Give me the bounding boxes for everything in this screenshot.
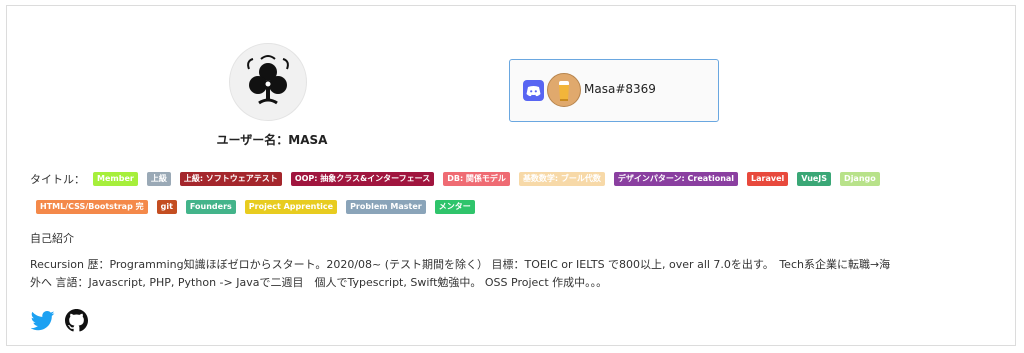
profile-card: ユーザー名：MASA Masa#8369 タイトル： Member 上級 上級:… xyxy=(6,5,1016,346)
intro-heading: 自己紹介 xyxy=(30,232,74,245)
titles-label: タイトル： xyxy=(30,173,85,186)
discord-account-box[interactable]: Masa#8369 xyxy=(509,59,719,122)
titles-row-2: HTML/CSS/Bootstrap 完 git Founders Projec… xyxy=(36,200,1016,214)
title-badge: Problem Master xyxy=(346,200,426,214)
intro-line-2: 外へ 言語：Javascript, PHP, Python -> Javaで二週… xyxy=(30,276,608,289)
title-badge: HTML/CSS/Bootstrap 完 xyxy=(36,200,148,214)
twitter-link[interactable] xyxy=(30,310,55,335)
titles-row-1: タイトル： Member 上級 上級: ソフトウェアテスト OOP: 抽象クラス… xyxy=(30,171,1010,187)
title-badge: OOP: 抽象クラス&インターフェース xyxy=(290,172,435,186)
club-emblem-icon xyxy=(247,55,289,105)
intro-text: Recursion 歴：Programming知識ほぼゼロからスタート。2020… xyxy=(30,256,1005,292)
intro-line-1: Recursion 歴：Programming知識ほぼゼロからスタート。2020… xyxy=(30,258,891,271)
title-badge: 基数数学: ブール代数 xyxy=(518,172,605,186)
title-badge: Founders xyxy=(185,200,236,214)
title-badge: 上級: ソフトウェアテスト xyxy=(179,172,282,186)
twitter-icon xyxy=(30,310,55,330)
user-avatar xyxy=(229,43,307,121)
github-link[interactable] xyxy=(65,309,88,336)
title-badge: デザインパターン: Creational xyxy=(613,172,739,186)
beer-glass-icon xyxy=(559,81,569,101)
title-badge: 上級 xyxy=(146,172,171,186)
title-badge: VueJS xyxy=(797,172,832,186)
title-badge: DB: 関係モデル xyxy=(443,172,510,186)
social-links xyxy=(30,309,98,336)
title-badge: Django xyxy=(840,172,880,186)
github-icon xyxy=(65,309,88,332)
discord-avatar xyxy=(547,73,581,107)
title-badge: Project Apprentice xyxy=(244,200,338,214)
title-badge: Member xyxy=(93,172,138,186)
title-badge: git xyxy=(156,200,177,214)
username: ユーザー名：MASA xyxy=(216,133,328,147)
title-badge: Laravel xyxy=(747,172,789,186)
discord-icon xyxy=(523,80,544,101)
title-badge: メンター xyxy=(434,200,475,214)
discord-tag: Masa#8369 xyxy=(584,82,656,96)
